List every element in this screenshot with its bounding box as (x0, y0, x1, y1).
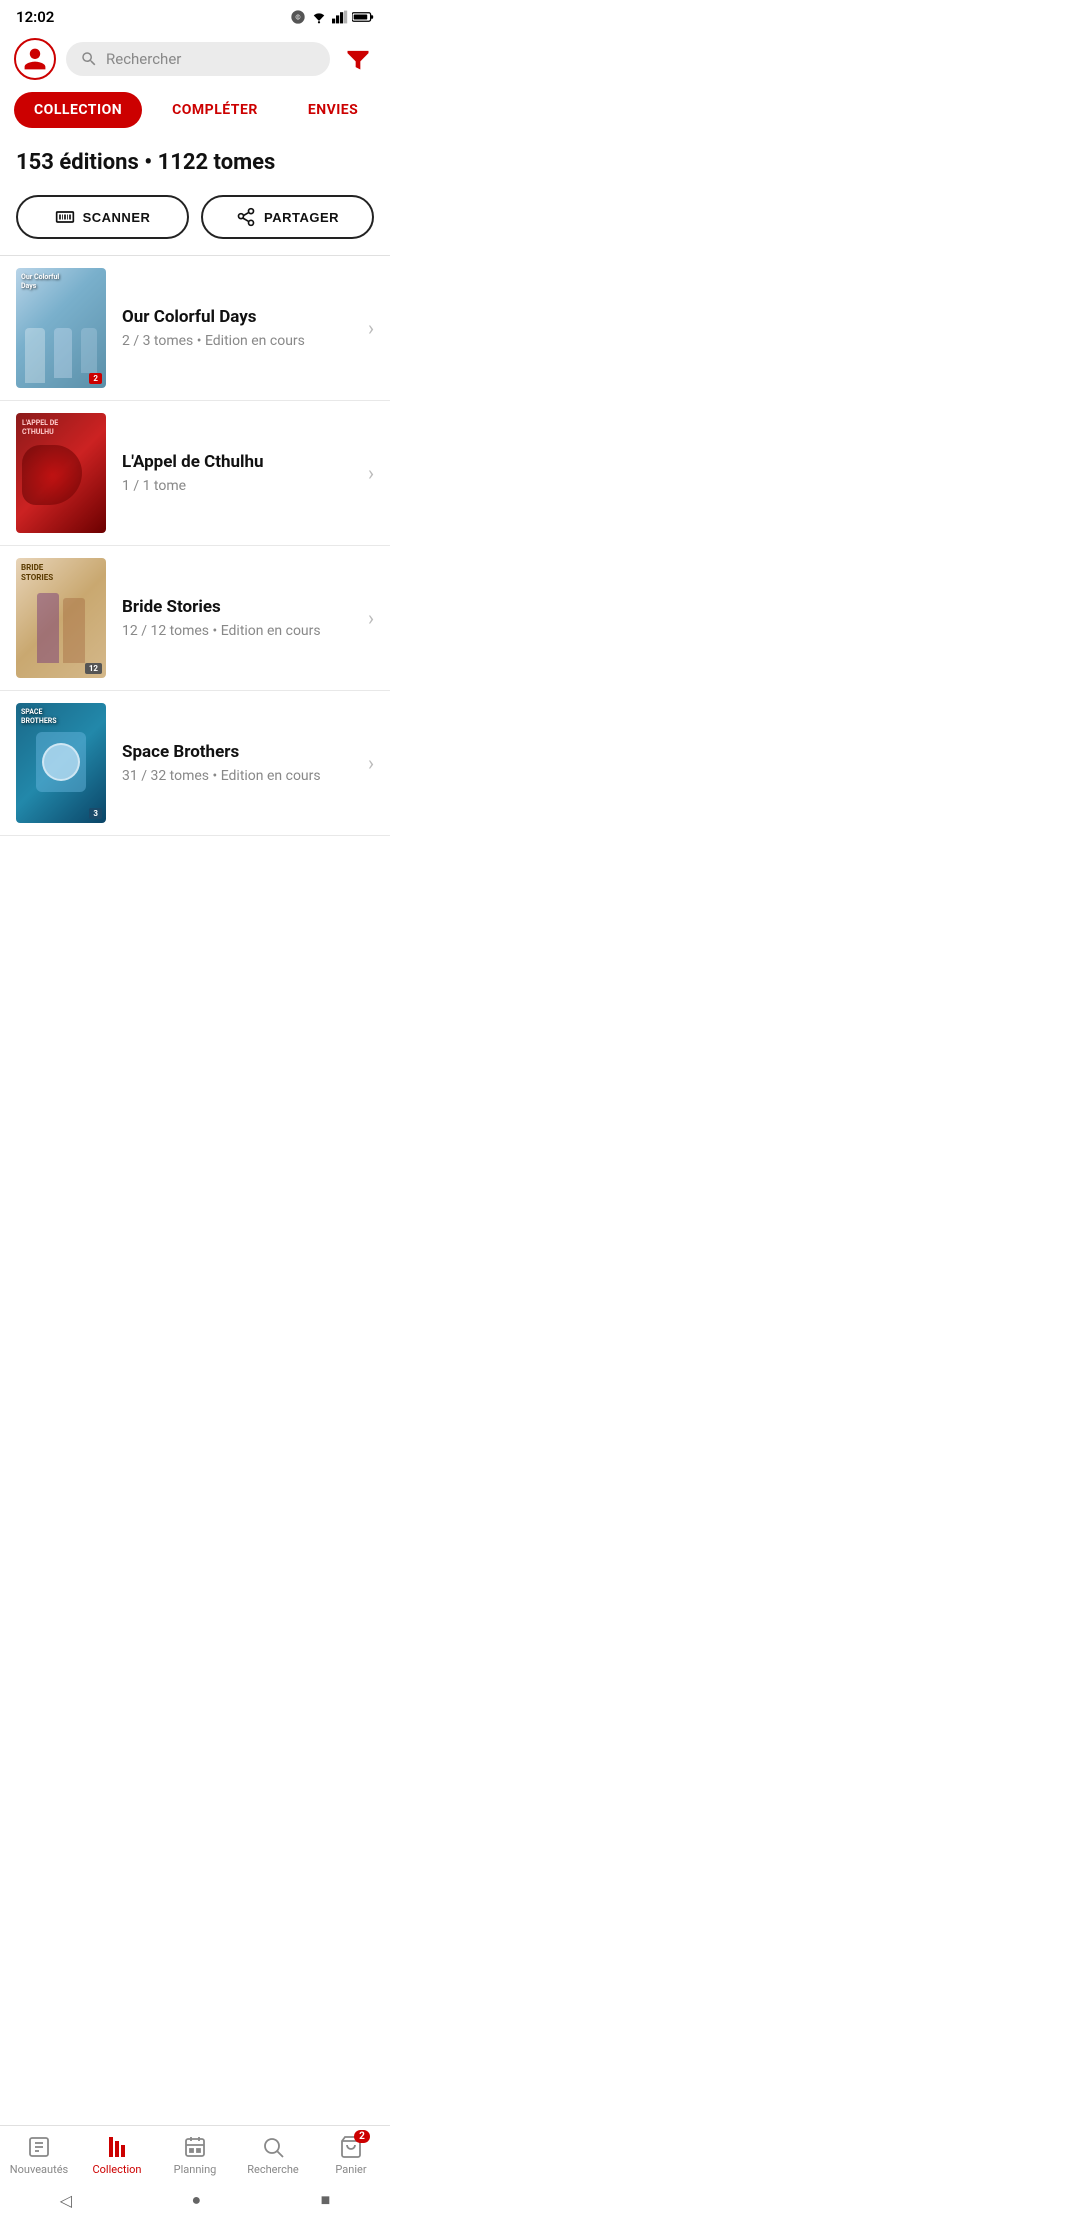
battery-icon (352, 11, 374, 23)
nav-label-nouveautes: Nouveautés (10, 2163, 68, 2176)
series-item-space[interactable]: SPACEBROTHERS 3 Space Brothers 31 / 32 t… (0, 691, 390, 836)
series-meta-cthulhu: 1 / 1 tome (122, 478, 352, 494)
scanner-button[interactable]: SCANNER (16, 195, 189, 239)
series-meta-bride: 12 / 12 tomes • Edition en cours (122, 623, 352, 639)
status-icons: © (290, 9, 374, 25)
series-title-space: Space Brothers (122, 742, 352, 762)
series-title-ocd: Our Colorful Days (122, 307, 352, 327)
cover-cthulhu: L'Appel deCthulhu (16, 413, 106, 533)
recents-button[interactable]: ■ (321, 2190, 331, 2210)
nav-icon-panier: 2 (338, 2134, 364, 2160)
nav-icon-collection (104, 2134, 130, 2160)
collection-icon (105, 2135, 129, 2159)
back-button[interactable]: ◁ (60, 2191, 72, 2210)
series-item-cthulhu[interactable]: L'Appel deCthulhu L'Appel de Cthulhu 1 /… (0, 401, 390, 546)
series-info-bride: Bride Stories 12 / 12 tomes • Edition en… (122, 597, 352, 639)
nav-item-panier[interactable]: 2 Panier (321, 2134, 381, 2176)
nav-item-recherche[interactable]: Recherche (243, 2134, 303, 2176)
signal-icon (332, 10, 348, 24)
share-icon (236, 207, 256, 227)
chevron-space: › (368, 751, 374, 775)
svg-text:©: © (295, 14, 300, 22)
series-item-bride[interactable]: BRIDESTORIES 12 Bride Stories 12 / 12 to… (0, 546, 390, 691)
nav-label-recherche: Recherche (247, 2163, 299, 2176)
series-list: Our ColorfulDays 2 Our Colorful Days 2 /… (0, 255, 390, 836)
nav-item-collection[interactable]: Collection (87, 2134, 147, 2176)
cover-space: SPACEBROTHERS 3 (16, 703, 106, 823)
cover-ocd: Our ColorfulDays 2 (16, 268, 106, 388)
tab-envies[interactable]: ENVIES (288, 92, 379, 128)
stats-section: 153 éditions • 1122 tomes (0, 140, 390, 191)
android-nav: ◁ ● ■ (0, 2180, 390, 2220)
series-info-ocd: Our Colorful Days 2 / 3 tomes • Edition … (122, 307, 352, 349)
home-button[interactable]: ● (191, 2190, 201, 2210)
nav-icon-planning (182, 2134, 208, 2160)
partager-button[interactable]: PARTAGER (201, 195, 374, 239)
stats-text: 153 éditions • 1122 tomes (16, 150, 374, 175)
series-info-cthulhu: L'Appel de Cthulhu 1 / 1 tome (122, 452, 352, 494)
user-icon (22, 46, 48, 72)
status-time: 12:02 (16, 8, 54, 26)
cover-bride: BRIDESTORIES 12 (16, 558, 106, 678)
chevron-cthulhu: › (368, 461, 374, 485)
notification-icon: © (290, 9, 306, 25)
status-bar: 12:02 © (0, 0, 390, 30)
chevron-bride: › (368, 606, 374, 630)
search-bar[interactable]: Rechercher (66, 42, 330, 76)
action-buttons: SCANNER PARTAGER (0, 191, 390, 255)
nav-icon-nouveautes (26, 2134, 52, 2160)
bottom-nav: Nouveautés Collection Planning (0, 2125, 390, 2180)
nav-label-planning: Planning (174, 2163, 217, 2176)
series-meta-ocd: 2 / 3 tomes • Edition en cours (122, 333, 352, 349)
scanner-label: SCANNER (83, 210, 151, 225)
series-title-bride: Bride Stories (122, 597, 352, 617)
filter-button[interactable] (340, 41, 376, 77)
header: Rechercher (0, 30, 390, 88)
series-info-space: Space Brothers 31 / 32 tomes • Edition e… (122, 742, 352, 784)
series-item-ocd[interactable]: Our ColorfulDays 2 Our Colorful Days 2 /… (0, 256, 390, 401)
nav-label-panier: Panier (335, 2163, 366, 2176)
tab-completer[interactable]: COMPLÉTER (152, 92, 278, 128)
filter-icon (344, 45, 372, 73)
nav-icon-recherche (260, 2134, 286, 2160)
nav-item-planning[interactable]: Planning (165, 2134, 225, 2176)
panier-badge: 2 (354, 2130, 370, 2143)
nav-item-nouveautes[interactable]: Nouveautés (9, 2134, 69, 2176)
search-placeholder: Rechercher (106, 50, 181, 68)
wifi-icon (310, 10, 328, 24)
series-meta-space: 31 / 32 tomes • Edition en cours (122, 768, 352, 784)
search-icon (80, 50, 98, 68)
partager-label: PARTAGER (264, 210, 339, 225)
scanner-icon (55, 207, 75, 227)
avatar[interactable] (14, 38, 56, 80)
series-title-cthulhu: L'Appel de Cthulhu (122, 452, 352, 472)
nouveautes-icon (27, 2135, 51, 2159)
nav-label-collection: Collection (93, 2163, 142, 2176)
tab-collection[interactable]: COLLECTION (14, 92, 142, 128)
recherche-icon (261, 2135, 285, 2159)
chevron-ocd: › (368, 316, 374, 340)
planning-icon (183, 2135, 207, 2159)
tab-bar: COLLECTION COMPLÉTER ENVIES (0, 88, 390, 140)
